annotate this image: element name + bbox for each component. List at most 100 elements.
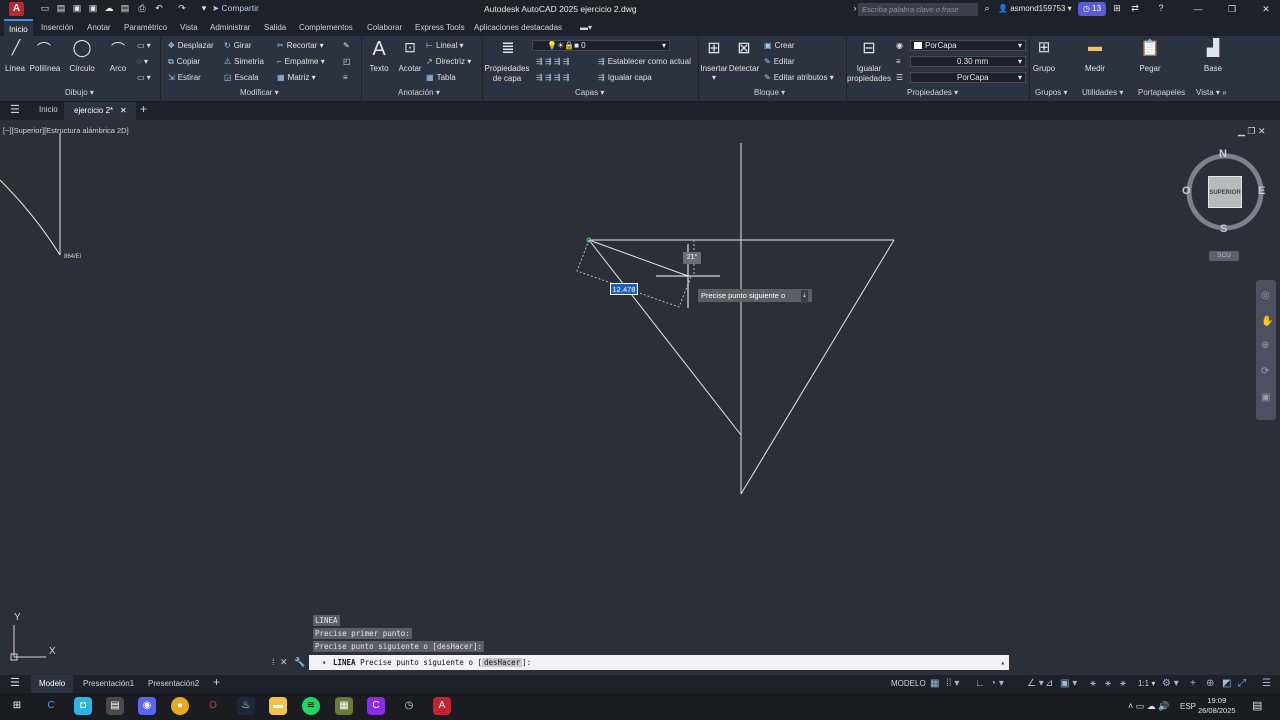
measure-button[interactable]: Medir	[1080, 64, 1110, 73]
text-button[interactable]: Texto	[366, 64, 392, 73]
tab-salida[interactable]: Salida	[264, 23, 286, 32]
tab-colaborar[interactable]: Colaborar	[367, 23, 402, 32]
workspace-gear-icon[interactable]: ⚙ ▾	[1162, 678, 1179, 689]
panel-title-grupos[interactable]: Grupos ▾	[1035, 88, 1067, 97]
polar-icon[interactable]: ◔ ▾	[990, 678, 1004, 689]
group-button[interactable]: Grupo	[1030, 64, 1058, 73]
tab-administrar[interactable]: Administrar	[210, 23, 250, 32]
snap-icon[interactable]: ⁞⁞ ▾	[946, 678, 959, 689]
dynamic-length-input[interactable]: 12.478	[610, 283, 638, 295]
spotify-icon[interactable]: ≋	[302, 697, 320, 715]
detect-button[interactable]: Detectar	[728, 64, 760, 73]
units-icon[interactable]: ⊕	[1206, 678, 1214, 689]
line-icon[interactable]: ╱	[6, 39, 26, 56]
table-button[interactable]: ▦ Tabla	[426, 73, 456, 82]
polyline-icon[interactable]: ⌒	[32, 39, 56, 59]
layer-tools-row2[interactable]: ⇶ ⇶ ⇶ ⇶	[536, 73, 569, 82]
tab-layout1[interactable]: Presentación1	[83, 679, 134, 688]
drawing-viewport[interactable]	[0, 120, 1280, 675]
compass-east[interactable]: E	[1258, 185, 1265, 197]
layer-dropdown[interactable]: 💡☀🔒■ 0 ▾	[532, 40, 670, 51]
discord-icon[interactable]: ◉	[138, 697, 156, 715]
tab-ejercicio[interactable]: ejercicio 2* ✕	[64, 102, 136, 120]
base-view-icon[interactable]: ▟	[1202, 38, 1224, 58]
undo-option[interactable]: desHacer	[482, 658, 523, 667]
model-space-toggle[interactable]: MODELO	[891, 679, 926, 688]
scale-dropdown[interactable]: 1:1 ▾	[1138, 679, 1155, 688]
polyline-button[interactable]: Polilínea	[28, 64, 62, 73]
showmotion-icon[interactable]: ▣	[1261, 392, 1270, 403]
cloud-icon[interactable]: ☁	[104, 3, 114, 14]
app-icon[interactable]: ◘	[74, 697, 92, 715]
viewport-controls[interactable]: ▁ ❐ ✕	[1238, 126, 1266, 137]
ucs-menu[interactable]: SCU	[1209, 251, 1239, 261]
system-tray-icons[interactable]: ˄ ▭ ☁ 🔊	[1128, 701, 1169, 712]
array-button[interactable]: ▦ Matriz ▾	[277, 73, 316, 82]
annotation-monitor-icon[interactable]: +	[1190, 678, 1196, 689]
copy-button[interactable]: ⧉ Copiar	[168, 57, 200, 67]
tab-options-icon[interactable]: ▬▾	[580, 23, 592, 32]
help-icon[interactable]: ?	[1156, 3, 1166, 14]
insert-button[interactable]: Insertar ▾	[699, 64, 729, 82]
redo-icon[interactable]: ↷	[177, 3, 187, 14]
explode-icon[interactable]: ◰	[343, 57, 351, 66]
steam-icon[interactable]: ♨	[237, 697, 255, 715]
panel-title-dibujo[interactable]: Dibujo ▾	[65, 88, 94, 97]
detect-icon[interactable]: ⊠	[733, 38, 755, 58]
sync-icon[interactable]: ⇄	[1130, 3, 1140, 14]
offset-icon[interactable]: ≡	[343, 73, 348, 82]
annotation-visibility-icon[interactable]: ⚹	[1090, 678, 1096, 689]
ortho-icon[interactable]: ∟	[975, 678, 985, 689]
panel-title-bloque[interactable]: Bloque ▾	[754, 88, 785, 97]
app-icon[interactable]: C	[367, 697, 385, 715]
layer-properties-button[interactable]: Propiedades de capa	[484, 64, 530, 84]
rectangle-icon[interactable]: ▭ ▾	[137, 41, 151, 50]
add-layout-icon[interactable]: +	[213, 675, 220, 689]
linetype-dropdown[interactable]: PorCapa ▾	[910, 72, 1026, 83]
search-input[interactable]: Escriba palabra clave o frase	[858, 3, 978, 16]
linear-button[interactable]: ⊢ Lineal ▾	[426, 41, 464, 50]
file-explorer-icon[interactable]: ▬	[269, 697, 287, 715]
windows-start-icon[interactable]: ⊞	[8, 697, 26, 715]
save-icon[interactable]: ▣	[72, 3, 82, 14]
app-icon[interactable]: ◷	[400, 697, 418, 715]
opera-icon[interactable]: O	[204, 697, 222, 715]
group-icon[interactable]: ⊞	[1033, 38, 1055, 56]
cart-icon[interactable]: ⊞	[1112, 3, 1122, 14]
rotate-button[interactable]: ↻ Girar	[224, 41, 251, 50]
tab-home[interactable]: Inicio	[39, 105, 58, 114]
measure-icon[interactable]: ▬	[1084, 38, 1106, 54]
arc-button[interactable]: Arco	[106, 64, 130, 73]
save-as-icon[interactable]: ▣	[88, 3, 98, 14]
grid-icon[interactable]: ▦	[930, 678, 939, 689]
command-line-input[interactable]: ▾ LINEA Precise punto siguiente o [desHa…	[309, 655, 1009, 670]
chrome-icon[interactable]: ●	[171, 697, 189, 715]
language-indicator[interactable]: ESP	[1180, 702, 1196, 711]
circle-icon[interactable]: ◯	[70, 38, 94, 58]
tab-model[interactable]: Modelo	[31, 675, 74, 693]
edit-attributes-button[interactable]: ✎ Editar atributos ▾	[764, 73, 834, 82]
app-icon[interactable]: ▦	[335, 697, 353, 715]
clock[interactable]: 19:09 26/08/2025	[1198, 696, 1236, 716]
triangle-right-edge[interactable]	[740, 239, 895, 495]
compass-south[interactable]: S	[1220, 223, 1227, 235]
fillet-button[interactable]: ⌐ Empalme ▾	[277, 57, 325, 66]
navigation-bar[interactable]: ◎ ✋ ⊕ ⟳ ▣	[1256, 280, 1276, 420]
erase-icon[interactable]: ✎	[343, 41, 350, 50]
curve-line[interactable]	[0, 179, 61, 256]
close-button[interactable]: ✕	[1256, 2, 1276, 16]
mirror-button[interactable]: ⚠ Simetría	[224, 57, 264, 66]
customize-command-icon[interactable]: 🔧	[294, 657, 305, 668]
panel-title-vista[interactable]: Vista ▾ »	[1196, 88, 1227, 97]
hatch-icon[interactable]: ◌ ▾	[137, 57, 148, 66]
compass-west[interactable]: O	[1182, 185, 1191, 197]
steering-wheel-icon[interactable]: ◎	[1261, 290, 1270, 301]
region-icon[interactable]: ▭ ▾	[137, 73, 151, 82]
menu-icon[interactable]: ☰	[10, 103, 20, 116]
paste-icon[interactable]: 📋	[1139, 38, 1161, 58]
layer-tools-row1[interactable]: ⇶ ⇶ ⇶ ⇶	[536, 57, 569, 66]
search-icon[interactable]: ⌕	[982, 3, 992, 14]
command-expand-icon[interactable]: ▴	[1000, 655, 1005, 670]
edit-block-button[interactable]: ✎ Editar	[764, 57, 795, 66]
insert-block-icon[interactable]: ⊞	[703, 38, 725, 58]
